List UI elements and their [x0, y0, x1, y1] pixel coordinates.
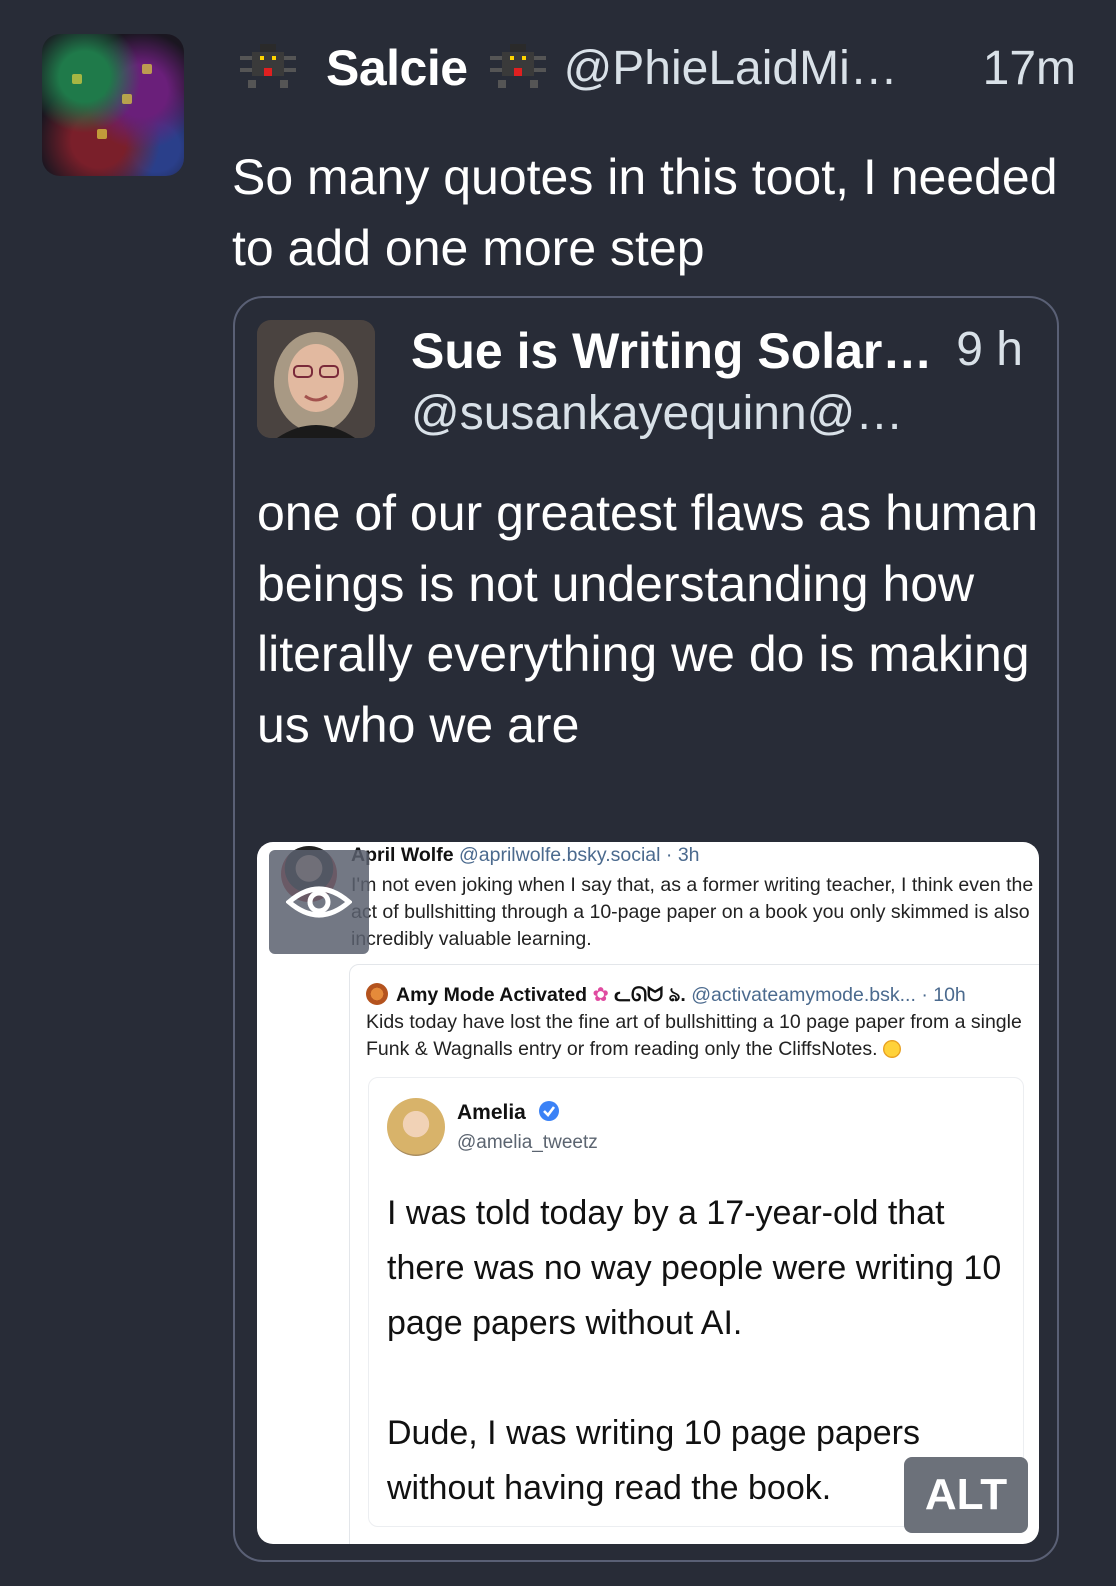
- april-handle: @aprilwolfe.bsky.social: [458, 844, 661, 866]
- quoted-author-avatar[interactable]: [257, 320, 375, 438]
- amy-post-body: Kids today have lost the fine art of bul…: [366, 1011, 1022, 1060]
- post-content: So many quotes in this toot, I needed to…: [232, 149, 1058, 276]
- flower-icon: ✿: [592, 984, 609, 1006]
- april-post-text: I'm not even joking when I say that, as …: [351, 874, 1034, 950]
- post-header: Salcie @PhieLaidMi… 17m: [240, 36, 1076, 100]
- amelia-avatar: [387, 1098, 445, 1156]
- amy-time: · 10h: [921, 984, 966, 1006]
- quoted-post-content: one of our greatest flaws as human being…: [257, 485, 1039, 753]
- author-handle[interactable]: @PhieLaidMi…: [564, 41, 898, 96]
- avatar-speck: [97, 129, 107, 139]
- author-avatar[interactable]: [42, 34, 184, 176]
- avatar-speck: [142, 64, 152, 74]
- amy-name: Amy Mode Activated: [396, 984, 588, 1006]
- quoted-author-name[interactable]: Sue is Writing Solar…: [411, 322, 932, 380]
- amy-avatar: [366, 983, 388, 1005]
- april-time: · 3h: [665, 844, 700, 866]
- avatar-speck: [122, 94, 132, 104]
- quoted-timestamp[interactable]: 9 h: [956, 322, 1023, 377]
- post-timestamp[interactable]: 17m: [983, 41, 1076, 96]
- amelia-name-row: Amelia: [457, 1100, 560, 1125]
- eye-icon: [286, 886, 352, 918]
- pixel-bug-icon: [489, 44, 546, 88]
- hide-media-button[interactable]: [269, 850, 369, 954]
- amy-name-suffix: ᓚᘏᗢ ঌ.: [614, 984, 686, 1006]
- amelia-name: Amelia: [457, 1101, 526, 1124]
- quoted-author-handle[interactable]: @susankayequinn@…: [411, 386, 903, 441]
- alt-text-button[interactable]: ALT: [904, 1457, 1028, 1533]
- pixel-bug-icon: [240, 44, 296, 88]
- april-post-header: April Wolfe @aprilwolfe.bsky.social · 3h: [351, 844, 700, 867]
- amelia-handle: @amelia_tweetz: [457, 1132, 598, 1153]
- quoted-post-card[interactable]: Sue is Writing Solar… 9 h @susankayequin…: [233, 296, 1059, 1562]
- portrait-image: [257, 320, 375, 438]
- author-name[interactable]: Salcie: [326, 39, 468, 97]
- avatar-speck: [72, 74, 82, 84]
- attached-image[interactable]: April Wolfe @aprilwolfe.bsky.social · 3h…: [257, 842, 1039, 1544]
- laughing-emoji-icon: [882, 1040, 901, 1058]
- amy-post-text: Kids today have lost the fine art of bul…: [366, 1009, 1036, 1063]
- amy-handle: @activateamymode.bsk...: [691, 984, 916, 1006]
- verified-badge-icon: [538, 1101, 559, 1121]
